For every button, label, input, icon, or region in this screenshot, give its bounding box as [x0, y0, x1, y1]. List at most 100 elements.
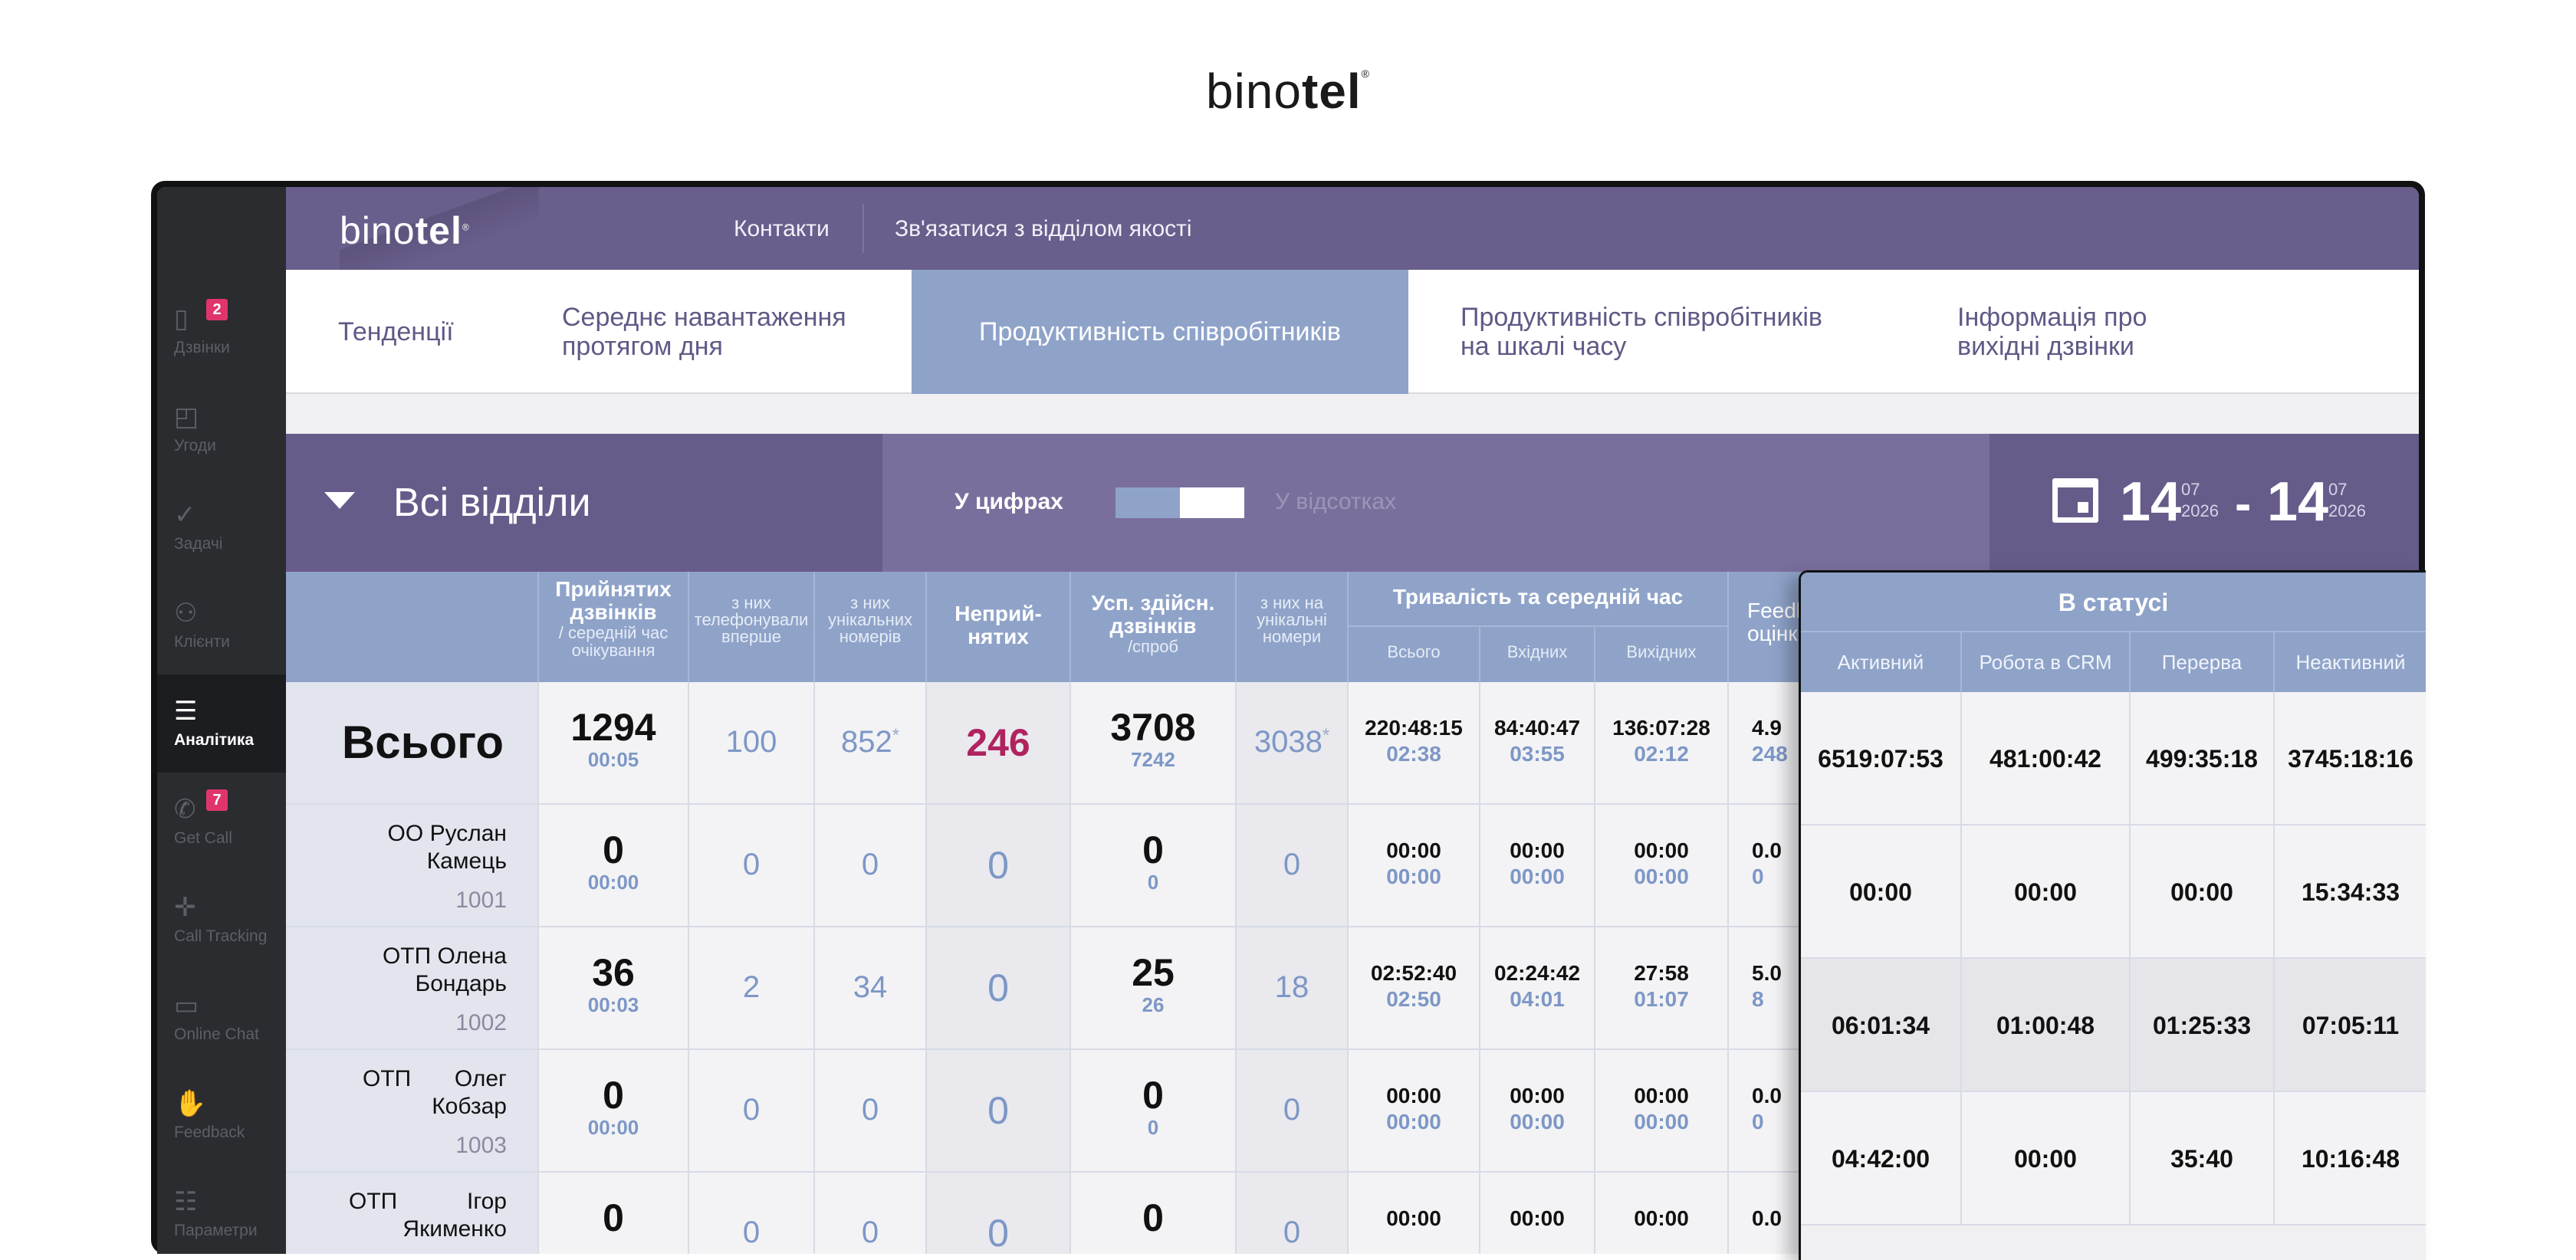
contacts-link[interactable]: Контакти: [734, 216, 830, 242]
row-outgoing: 00: [1071, 1050, 1237, 1173]
calls-badge: 2: [206, 299, 228, 320]
app-logo[interactable]: binotel®: [340, 208, 470, 253]
header-missed[interactable]: Неприй- нятих: [927, 572, 1071, 682]
status-col-inactive[interactable]: Неактивний: [2275, 632, 2426, 692]
chat-icon: ▭: [174, 991, 199, 1020]
chevron-down-icon: [324, 492, 355, 509]
row-first-time: 0: [689, 805, 815, 927]
header-out-unique[interactable]: з них на унікальні номери: [1237, 572, 1349, 682]
row-outgoing: 25 26: [1071, 927, 1237, 1050]
tab-outgoing-calls-info[interactable]: Інформація про вихідні дзвінки: [1957, 270, 2279, 394]
row-out-unique: 0: [1237, 1173, 1349, 1254]
date-from-month: 07: [2181, 480, 2200, 499]
mode-percent-label[interactable]: У відсотках: [1275, 489, 1396, 515]
row-first-time: 0: [689, 1050, 815, 1173]
status-cell: 00:00: [1962, 825, 2131, 959]
sidebar-item-label: Feedback: [174, 1124, 245, 1141]
row-duration-total: 02:52:40 02:50: [1349, 927, 1480, 1050]
brand-logo: binotel®: [1205, 64, 1370, 119]
row-duration-out: 00:00: [1595, 1173, 1729, 1254]
row-accepted: 0: [539, 1173, 689, 1254]
header-outgoing[interactable]: Усп. здійсн. дзвінків /спроб: [1071, 572, 1237, 682]
tab-average-load[interactable]: Середнє навантаження протягом дня: [562, 270, 884, 394]
row-accepted: 0 00:00: [539, 805, 689, 927]
header-duration-in[interactable]: Вхідних: [1480, 627, 1595, 682]
sidebar-item-tasks[interactable]: ✓ Задачі: [157, 478, 286, 576]
mode-numbers-label[interactable]: У цифрах: [955, 489, 1063, 515]
total-duration-out: 136:07:28 02:12: [1595, 682, 1729, 805]
total-outgoing: 3708 7242: [1071, 682, 1237, 805]
row-first-time: 2: [689, 927, 815, 1050]
sidebar-item-calls[interactable]: ▯ 2 Дзвінки: [157, 282, 286, 380]
sidebar-item-online-chat[interactable]: ▭ Online Chat: [157, 969, 286, 1067]
table-row-total: Всього: [286, 682, 539, 805]
tab-employee-productivity[interactable]: Продуктивність співробітників: [912, 270, 1408, 394]
row-out-unique: 18: [1237, 927, 1349, 1050]
analytics-icon: ☰: [174, 697, 198, 726]
total-duration-in: 84:40:47 03:55: [1480, 682, 1595, 805]
row-duration-total: 00:00 00:00: [1349, 1050, 1480, 1173]
tab-trends[interactable]: Тенденції: [338, 270, 530, 394]
row-missed: 0: [927, 1173, 1071, 1254]
sidebar-item-label: Дзвінки: [174, 339, 230, 356]
row-missed: 0: [927, 805, 1071, 927]
get-call-badge: 7: [206, 789, 228, 811]
employee-name-cell[interactable]: ОО Руслан Камець 1001: [286, 805, 539, 927]
status-panel-title: В статусі: [1801, 573, 2426, 632]
status-cell: 01:00:48: [1962, 959, 2131, 1092]
total-first-time: 100: [689, 682, 815, 805]
status-col-active[interactable]: Активний: [1801, 632, 1962, 692]
sidebar-item-call-tracking[interactable]: ✛ Call Tracking: [157, 871, 286, 969]
row-first-time: 0: [689, 1173, 815, 1254]
sidebar-item-feedback[interactable]: ✋ Feedback: [157, 1067, 286, 1165]
status-cell: 3745:18:16: [2275, 692, 2426, 825]
sidebar-item-settings[interactable]: ☷ Параметри: [157, 1165, 286, 1254]
department-label: Всі відділи: [393, 481, 591, 525]
header-duration-total[interactable]: Всього: [1349, 627, 1480, 682]
status-col-crm[interactable]: Робота в CRM: [1962, 632, 2131, 692]
total-duration-total: 220:48:15 02:38: [1349, 682, 1480, 805]
department-selector[interactable]: Всі відділи: [286, 434, 882, 572]
get-call-icon: ✆: [174, 795, 196, 824]
sidebar: ▯ 2 Дзвінки ◰ Угоди ✓ Задачі ⚇ Клієнти ☰…: [157, 187, 286, 1254]
sidebar-item-label: Клієнти: [174, 633, 230, 651]
row-missed: 0: [927, 927, 1071, 1050]
date-range-picker[interactable]: 14 07 2026 - 14 07 2026: [1990, 434, 2419, 572]
status-col-break[interactable]: Перерва: [2131, 632, 2275, 692]
row-accepted: 0 00:00: [539, 1050, 689, 1173]
status-cell: 481:00:42: [1962, 692, 2131, 825]
mode-toggle[interactable]: [1116, 487, 1244, 518]
sidebar-item-clients[interactable]: ⚇ Клієнти: [157, 576, 286, 674]
employee-name-cell[interactable]: ОТП Олена Бондарь 1002: [286, 927, 539, 1050]
sidebar-item-get-call[interactable]: ✆ 7 Get Call: [157, 773, 286, 871]
row-accepted: 36 00:03: [539, 927, 689, 1050]
header-duration-out[interactable]: Вихідних: [1595, 627, 1729, 682]
date-separator: -: [2235, 476, 2252, 531]
employee-name-cell[interactable]: ОТП Олег Кобзар 1003: [286, 1050, 539, 1173]
row-out-unique: 0: [1237, 805, 1349, 927]
sidebar-item-label: Online Chat: [174, 1025, 259, 1043]
calls-icon: ▯: [174, 304, 189, 333]
quality-dept-link[interactable]: Зв'язатися з відділом якості: [895, 216, 1192, 242]
date-to-day: 14: [2267, 471, 2329, 533]
total-out-unique: 3038*: [1237, 682, 1349, 805]
header-unique[interactable]: з них унікальних номерів: [815, 572, 927, 682]
header-first-time[interactable]: з них телефонували вперше: [689, 572, 815, 682]
status-cell: 06:01:34: [1801, 959, 1962, 1092]
header-accepted[interactable]: Прийнятих дзвінків / середній час очікув…: [539, 572, 689, 682]
sidebar-item-deals[interactable]: ◰ Угоди: [157, 380, 286, 478]
report-tabs: Тенденції Середнє навантаження протягом д…: [286, 270, 2419, 394]
toggle-knob: [1180, 487, 1244, 518]
header-employee: [286, 572, 539, 682]
tab-productivity-timeline[interactable]: Продуктивність співробітників на шкалі ча…: [1460, 270, 1890, 394]
sidebar-item-label: Угоди: [174, 437, 216, 454]
date-to-month: 07: [2328, 480, 2348, 499]
row-missed: 0: [927, 1050, 1071, 1173]
employee-name-cell[interactable]: ОТП Ігор Якименко: [286, 1173, 539, 1254]
sidebar-item-analytics[interactable]: ☰ Аналітика: [157, 674, 286, 773]
status-cell: 04:42:00: [1801, 1092, 1962, 1226]
status-panel[interactable]: В статусі Активний Робота в CRM Перерва …: [1799, 570, 2426, 1260]
status-cell: 499:35:18: [2131, 692, 2275, 825]
status-cell: 10:16:48: [2275, 1092, 2426, 1226]
row-duration-out: 00:00 00:00: [1595, 805, 1729, 927]
